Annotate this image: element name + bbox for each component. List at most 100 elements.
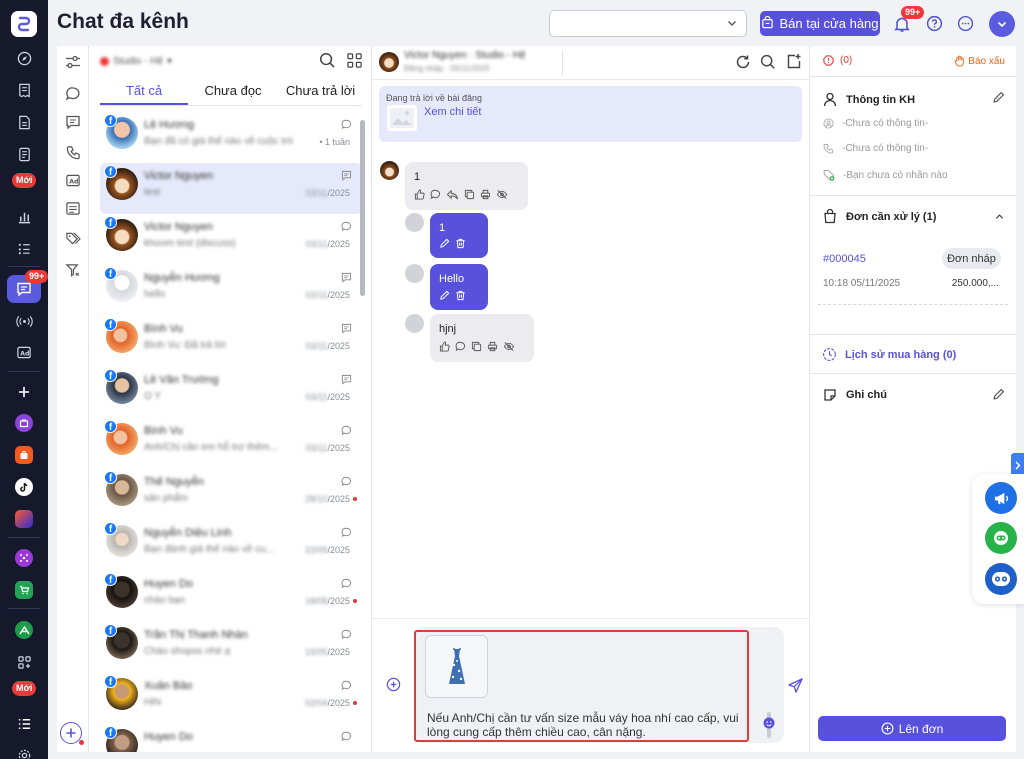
order-id-link[interactable]: #000045 xyxy=(823,253,866,265)
view-details-link[interactable]: Xem chi tiết xyxy=(424,106,481,118)
bar-chart-icon[interactable] xyxy=(0,204,48,228)
tags-icon[interactable] xyxy=(63,228,83,248)
store-select[interactable] xyxy=(549,10,747,37)
message-bubble-outgoing[interactable]: 1 xyxy=(430,213,488,258)
conversation-item[interactable]: f Lê Văn Trường O Y 03/11/2025 xyxy=(100,367,362,418)
message-bubble-outgoing[interactable]: Hello xyxy=(430,264,488,310)
comment-icon[interactable] xyxy=(455,341,466,355)
receipt-icon[interactable] xyxy=(0,78,48,102)
message-square-icon[interactable] xyxy=(63,112,83,132)
customer-phone-row[interactable]: -Chưa có thông tin- xyxy=(823,143,928,154)
reply-icon[interactable] xyxy=(446,189,459,203)
apps-grid-icon[interactable] xyxy=(0,650,48,674)
attached-product-image[interactable] xyxy=(425,635,488,698)
comment-icon[interactable] xyxy=(430,189,441,203)
search-icon[interactable] xyxy=(319,52,336,72)
ad-icon[interactable]: Ad xyxy=(0,340,48,364)
conversation-item[interactable]: f Xuân Bảo Hihi 02/04/2025 xyxy=(100,673,362,724)
settings-icon[interactable] xyxy=(0,743,48,759)
conversation-item[interactable]: f Bình Vu Bình Vu: Đã trả lời 03/11/2025 xyxy=(100,316,362,367)
plus-icon[interactable] xyxy=(0,380,48,404)
add-attachment-button[interactable] xyxy=(386,677,401,695)
filter-clear-icon[interactable] xyxy=(63,260,83,280)
print-icon[interactable] xyxy=(487,341,498,355)
conversation-item[interactable]: f Victor Nguyen khoom test (discuss) 03/11/… xyxy=(100,214,362,265)
contact-info[interactable]: Victor Nguyen · Studio - Hệ Đăng nhập · … xyxy=(404,50,554,73)
print-icon[interactable] xyxy=(480,189,491,203)
conversation-item[interactable]: f Lê Hương Bạn đã có giá thế nào về cuộc t… xyxy=(100,112,362,163)
customer-name-row[interactable]: -Chưa có thông tin- xyxy=(823,118,928,129)
tiktok-app-icon[interactable] xyxy=(0,475,48,499)
conversation-item[interactable]: f Trần Thị Thanh Nhàn Chào shopss nhé ạ 15/… xyxy=(100,622,362,673)
conversation-item[interactable]: f Thế Nguyễn sản phẩm 28/10/2025 xyxy=(100,469,362,520)
pending-orders-heading[interactable]: Đơn cần xử lý (1) xyxy=(823,209,936,224)
thumbs-up-icon[interactable] xyxy=(414,189,425,203)
account-menu-button[interactable] xyxy=(989,11,1015,37)
emoji-icon[interactable] xyxy=(762,712,776,741)
note-add-icon[interactable] xyxy=(786,53,802,73)
conversation-item[interactable]: f Victor Nguyen test 03/11/2025 xyxy=(100,163,362,214)
book-icon[interactable] xyxy=(0,142,48,166)
trash-icon[interactable] xyxy=(455,290,466,304)
sell-in-store-button[interactable]: Bán tại cửa hàng xyxy=(760,11,880,36)
message-bubble-incoming[interactable]: hjnj xyxy=(430,314,534,362)
trash-icon[interactable] xyxy=(455,238,466,252)
checklist-icon[interactable] xyxy=(0,236,48,260)
lazada-app-icon[interactable] xyxy=(0,507,48,531)
warning-count[interactable]: (0) xyxy=(823,55,852,66)
conversation-item[interactable]: f Nguyễn Diệu Linh Bạn đánh giá thế nào về… xyxy=(100,520,362,571)
report-button[interactable]: Báo xấu xyxy=(954,55,1005,67)
edit-icon[interactable] xyxy=(992,91,1005,107)
edit-icon[interactable] xyxy=(439,290,450,304)
analytics-app-icon[interactable] xyxy=(0,618,48,642)
notification-button[interactable]: 99+ xyxy=(893,6,925,36)
tab-unanswered[interactable]: Chưa trả lời xyxy=(279,83,362,105)
document-icon[interactable] xyxy=(0,110,48,134)
copy-icon[interactable] xyxy=(471,341,482,355)
send-button[interactable] xyxy=(787,677,804,697)
ad-icon[interactable]: Ad xyxy=(63,170,83,190)
layout-grid-icon[interactable] xyxy=(346,52,363,72)
store-app-icon[interactable] xyxy=(0,411,48,435)
conversation-item[interactable]: f Huyen Do chào bạn 18/08/2025 xyxy=(100,571,362,622)
shopee-app-icon[interactable] xyxy=(0,443,48,467)
conversation-item[interactable]: f Bình Vu Anh/Chị cần em hỗ trợ thêm... 03/… xyxy=(100,418,362,469)
eye-off-icon[interactable] xyxy=(503,341,515,355)
thumbs-up-icon[interactable] xyxy=(439,341,450,355)
message-circle-icon[interactable] xyxy=(63,84,83,104)
eye-off-icon[interactable] xyxy=(496,189,508,203)
customer-tags-row[interactable]: -Bạn chưa có nhãn nào xyxy=(823,169,948,181)
help-button[interactable] xyxy=(926,15,943,35)
compass-icon[interactable] xyxy=(0,46,48,70)
app-logo[interactable] xyxy=(11,11,37,37)
composer-text[interactable]: Nếu Anh/Chị cần tư vấn size mẫu váy hoa … xyxy=(427,711,745,739)
phone-icon[interactable] xyxy=(63,142,83,162)
sliders-icon[interactable] xyxy=(63,52,83,72)
edit-icon[interactable] xyxy=(992,388,1005,404)
create-order-button[interactable]: Lên đơn xyxy=(818,716,1006,741)
chevron-up-icon[interactable] xyxy=(994,211,1005,225)
purchase-history-link[interactable]: Lịch sử mua hàng (0) xyxy=(822,347,956,362)
post-list-icon[interactable] xyxy=(63,198,83,218)
page-filter-select[interactable]: Studio - Hệ ▾ xyxy=(100,54,200,68)
search-icon[interactable] xyxy=(760,54,776,73)
chatbot-icon[interactable] xyxy=(985,522,1017,554)
tab-all[interactable]: Tất cả xyxy=(100,83,188,105)
cart-app-icon[interactable] xyxy=(0,578,48,602)
integration-app-icon[interactable] xyxy=(0,546,48,570)
conversation-item[interactable]: f Nguyễn Hương hello 03/11/2025 xyxy=(100,265,362,316)
conversation-scrollbar[interactable] xyxy=(360,120,365,296)
refresh-icon[interactable] xyxy=(735,54,751,73)
message-bubble-incoming[interactable]: 1 xyxy=(405,162,528,210)
conversation-item[interactable]: f Huyen Do xyxy=(100,724,362,752)
edit-icon[interactable] xyxy=(439,238,450,252)
megaphone-icon[interactable] xyxy=(985,482,1017,514)
list-icon[interactable] xyxy=(0,712,48,736)
more-options-button[interactable] xyxy=(957,15,974,35)
broadcast-icon[interactable] xyxy=(0,309,48,333)
assistant-robot-icon[interactable] xyxy=(985,563,1017,595)
contact-avatar[interactable] xyxy=(379,52,399,72)
new-conversation-button[interactable] xyxy=(60,722,84,745)
copy-icon[interactable] xyxy=(464,189,475,203)
tab-unread[interactable]: Chưa đọc xyxy=(192,83,274,105)
